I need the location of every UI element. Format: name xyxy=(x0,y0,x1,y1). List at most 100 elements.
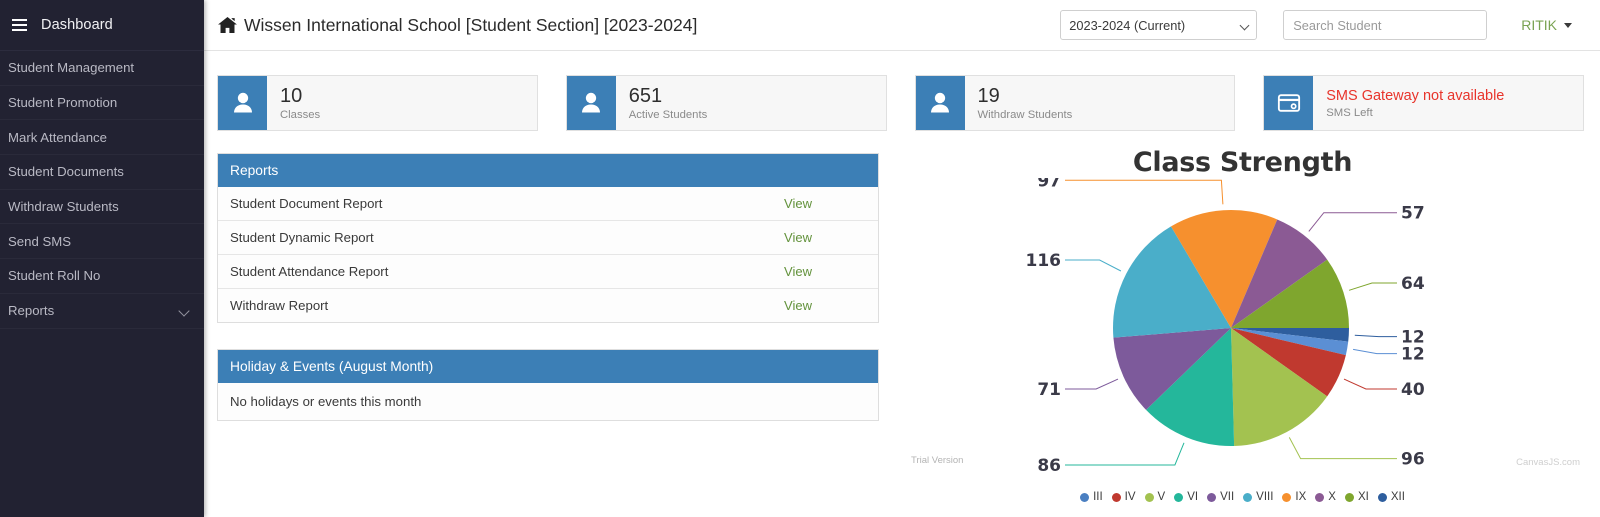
stat-card-active-students[interactable]: 651 Active Students xyxy=(565,75,887,131)
pie-leader-line xyxy=(1353,348,1397,355)
legend-item-xii[interactable]: XII xyxy=(1377,491,1405,503)
stat-card-classes[interactable]: 10 Classes xyxy=(217,75,538,131)
table-row[interactable]: Student Attendance Report View xyxy=(218,255,878,289)
table-row[interactable]: Student Document Report View xyxy=(218,187,878,221)
sidebar-item-student-documents[interactable]: Student Documents xyxy=(0,155,204,190)
legend-item-label: IV xyxy=(1124,491,1136,503)
stat-card-value: SMS Gateway not available xyxy=(1326,87,1505,104)
trial-version-watermark: Trial Version xyxy=(911,455,964,466)
pie-slice-label: 86 xyxy=(1037,456,1061,476)
holidays-panel: Holiday & Events (August Month) No holid… xyxy=(217,349,879,421)
pie-slice-label: 97 xyxy=(1037,178,1061,191)
sidebar-item-label: Student Promotion xyxy=(8,95,118,111)
sidebar-item-label: Student Roll No xyxy=(8,268,101,284)
pie-leader-line xyxy=(1354,334,1397,338)
legend-item-ix[interactable]: IX xyxy=(1282,491,1306,503)
pie-slice-label: 57 xyxy=(1401,204,1425,224)
pie-slice-label: 40 xyxy=(1401,380,1425,400)
legend-item-label: VI xyxy=(1187,491,1199,503)
legend-item-vii[interactable]: VII xyxy=(1207,491,1234,503)
lower-section: Reports Student Document Report View Stu… xyxy=(217,147,1584,513)
sidebar-item-label: Reports xyxy=(8,303,55,319)
pie-leader-line xyxy=(1348,282,1397,291)
pie-slice-label: 64 xyxy=(1401,274,1425,294)
user-icon xyxy=(218,76,267,130)
pie-slice-label: 71 xyxy=(1037,380,1061,400)
legend-item-vi[interactable]: VI xyxy=(1174,491,1198,503)
sidebar-brand[interactable]: Dashboard xyxy=(0,0,204,51)
chart-area: 12 12 40 96 86 71 116 97 57 64 Trial Version Canv… xyxy=(901,178,1584,478)
top-bar-controls: 2023-2024 (Current) RITIK xyxy=(1060,10,1588,40)
sidebar-item-label: Send SMS xyxy=(8,233,72,249)
stat-card-label: Classes xyxy=(280,109,321,122)
legend-item-x[interactable]: X xyxy=(1315,491,1336,503)
stat-card-label: SMS Left xyxy=(1326,107,1373,120)
sidebar-item-student-promotion[interactable]: Student Promotion xyxy=(0,86,204,121)
sidebar-item-send-sms[interactable]: Send SMS xyxy=(0,224,204,260)
legend-item-label: XI xyxy=(1357,491,1369,503)
sidebar-item-label: Student Management xyxy=(8,60,135,76)
view-link[interactable]: View xyxy=(784,230,864,245)
chart-legend: III IV V VI VII VIII IX X XI XII xyxy=(901,491,1584,503)
class-strength-chart: Class Strength 12 12 40 96 86 71 116 97 57 64 Tri… xyxy=(901,147,1584,513)
legend-color-swatch xyxy=(1377,492,1387,502)
left-column: Reports Student Document Report View Stu… xyxy=(217,153,879,513)
legend-item-iv[interactable]: IV xyxy=(1111,491,1136,503)
stat-cards: 10 Classes 651 Active Students 19 Withdr… xyxy=(217,75,1584,131)
legend-color-swatch xyxy=(1080,492,1090,502)
legend-item-viii[interactable]: VIII xyxy=(1243,491,1273,503)
card-icon xyxy=(1264,76,1314,130)
user-icon xyxy=(566,76,616,130)
reports-panel: Reports Student Document Report View Stu… xyxy=(217,153,879,323)
legend-item-label: V xyxy=(1157,491,1166,503)
stat-card-sms[interactable]: SMS Gateway not available SMS Left xyxy=(1263,75,1584,131)
table-row[interactable]: Student Dynamic Report View xyxy=(218,221,878,255)
pie-leader-line xyxy=(1065,259,1122,272)
pie-leader-line xyxy=(1343,378,1397,390)
content-area: 10 Classes 651 Active Students 19 Withdr… xyxy=(204,51,1600,513)
user-menu[interactable]: RITIK xyxy=(1513,13,1580,37)
stat-card-body: 10 Classes xyxy=(267,76,537,130)
pie-leader-line xyxy=(1065,179,1224,205)
legend-item-iii[interactable]: III xyxy=(1080,491,1103,503)
legend-item-label: III xyxy=(1093,491,1103,503)
legend-color-swatch xyxy=(1243,492,1253,502)
report-name: Student Attendance Report xyxy=(230,264,389,279)
pie-leader-line xyxy=(1065,378,1119,390)
sidebar-item-mark-attendance[interactable]: Mark Attendance xyxy=(0,120,204,156)
holidays-panel-body: No holidays or events this month xyxy=(218,383,878,420)
caret-down-icon xyxy=(1564,22,1572,28)
view-link[interactable]: View xyxy=(784,298,864,313)
view-link[interactable]: View xyxy=(784,264,864,279)
sidebar-item-withdraw-students[interactable]: Withdraw Students xyxy=(0,190,204,225)
stat-card-withdraw-students[interactable]: 19 Withdraw Students xyxy=(914,75,1236,131)
sidebar-item-label: Withdraw Students xyxy=(8,199,119,215)
stat-card-value: 19 xyxy=(977,84,1000,107)
legend-color-swatch xyxy=(1282,492,1292,502)
legend-color-swatch xyxy=(1315,492,1325,502)
sidebar-item-reports[interactable]: Reports xyxy=(0,294,204,329)
legend-color-swatch xyxy=(1344,492,1354,502)
legend-item-label: IX xyxy=(1295,491,1307,503)
chart-title: Class Strength xyxy=(1132,147,1353,178)
session-select[interactable]: 2023-2024 (Current) xyxy=(1060,10,1258,40)
top-bar: Wissen International School [Student Sec… xyxy=(204,0,1600,51)
legend-item-xi[interactable]: XI xyxy=(1344,491,1369,503)
user-icon xyxy=(915,76,965,130)
legend-item-v[interactable]: V xyxy=(1144,491,1166,503)
hamburger-icon[interactable] xyxy=(12,19,27,31)
pie-slice-label: 116 xyxy=(1026,251,1062,271)
session-select-wrapper: 2023-2024 (Current) xyxy=(1060,10,1258,40)
table-row[interactable]: Withdraw Report View xyxy=(218,289,878,322)
stat-card-value: 651 xyxy=(628,84,663,107)
page-title-text: Wissen International School [Student Sec… xyxy=(244,14,698,35)
view-link[interactable]: View xyxy=(784,196,864,211)
pie-chart-svg[interactable]: 121240968671116975764 xyxy=(901,178,1561,478)
legend-item-label: XII xyxy=(1390,491,1405,503)
holidays-panel-title: Holiday & Events (August Month) xyxy=(218,350,878,383)
pie-slice-label: 96 xyxy=(1401,450,1425,470)
search-input[interactable] xyxy=(1283,10,1488,40)
sidebar-item-student-management[interactable]: Student Management xyxy=(0,51,204,86)
legend-item-label: VII xyxy=(1220,491,1235,503)
sidebar-item-student-roll-no[interactable]: Student Roll No xyxy=(0,259,204,294)
